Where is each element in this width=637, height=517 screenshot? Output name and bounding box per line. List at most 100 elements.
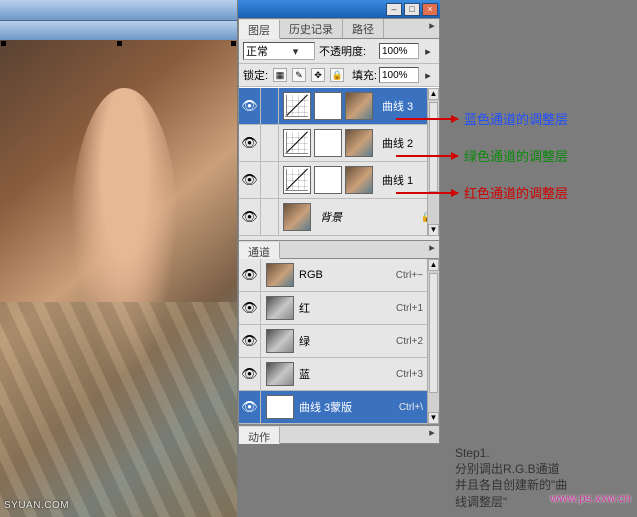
clip-thumb[interactable]	[345, 129, 373, 157]
chevron-down-icon[interactable]: ▾	[279, 45, 312, 58]
document-area: SYUAN.COM	[0, 0, 237, 517]
channel-thumb	[266, 362, 294, 386]
scroll-up-icon[interactable]: ▲	[428, 88, 439, 100]
channel-row-blue[interactable]: 👁 蓝 Ctrl+3	[239, 358, 439, 391]
visibility-eye-icon[interactable]: 👁	[239, 358, 261, 390]
opacity-input[interactable]: 100%	[379, 43, 419, 59]
layers-tab-bar: 图层 历史记录 路径 ▸	[239, 19, 439, 39]
visibility-eye-icon[interactable]: 👁	[239, 325, 261, 357]
step-line3: 线调整层"	[455, 494, 567, 510]
transform-handle-tr[interactable]	[231, 41, 236, 46]
channel-row-rgb[interactable]: 👁 RGB Ctrl+~	[239, 259, 439, 292]
step-line2: 并且各自创建新的"曲	[455, 477, 567, 493]
document-titlebar-2[interactable]	[0, 20, 237, 40]
tab-history[interactable]: 历史记录	[280, 19, 343, 38]
scroll-up-icon[interactable]: ▲	[428, 259, 439, 271]
photo	[0, 40, 237, 517]
link-cell[interactable]	[261, 162, 279, 198]
tab-channels[interactable]: 通道	[239, 242, 280, 259]
actions-tab-bar: 动作 ▸	[239, 425, 439, 443]
channel-scrollbar[interactable]: ▲ ▼	[427, 259, 439, 424]
curves-adjustment-thumb[interactable]	[283, 92, 311, 120]
link-cell[interactable]	[261, 88, 279, 124]
fill-flyout-icon[interactable]: ▸	[421, 69, 435, 82]
panel-menu-icon[interactable]: ▸	[425, 241, 439, 258]
link-cell[interactable]	[261, 125, 279, 161]
fill-input[interactable]: 100%	[379, 67, 419, 83]
transform-handle-tc[interactable]	[117, 41, 122, 46]
annotation-blue: 蓝色通道的调整层	[464, 109, 568, 128]
channels-panel: 通道 ▸ 👁 RGB Ctrl+~ 👁 红 Ctrl+1 👁 绿 Ctrl+2	[238, 241, 440, 425]
layer-name[interactable]: 曲线 3	[377, 98, 413, 114]
layer-mask-thumb[interactable]	[314, 166, 342, 194]
layer-list: 👁 曲线 3 👁 曲线 2 👁	[239, 87, 439, 236]
channel-name: 蓝	[299, 366, 396, 382]
lock-pixels-icon[interactable]: ✎	[292, 68, 306, 82]
layer-mask-thumb[interactable]	[314, 129, 342, 157]
clip-thumb[interactable]	[345, 166, 373, 194]
visibility-eye-icon[interactable]: 👁	[239, 391, 261, 423]
close-button[interactable]: ×	[422, 3, 438, 16]
visibility-eye-icon[interactable]: 👁	[239, 125, 261, 161]
arrow-line	[396, 155, 458, 157]
layer-mask-thumb[interactable]	[314, 92, 342, 120]
minimize-button[interactable]: –	[386, 3, 402, 16]
clip-thumb[interactable]	[345, 92, 373, 120]
visibility-eye-icon[interactable]: 👁	[239, 259, 261, 291]
layer-thumb[interactable]	[283, 203, 311, 231]
lock-transparency-icon[interactable]: ▦	[273, 68, 287, 82]
scroll-down-icon[interactable]: ▼	[428, 224, 439, 236]
transform-handle-tl[interactable]	[1, 41, 6, 46]
tab-layers[interactable]: 图层	[239, 20, 280, 39]
channel-thumb	[266, 263, 294, 287]
visibility-eye-icon[interactable]: 👁	[239, 162, 261, 198]
image-watermark: SYUAN.COM	[4, 500, 69, 511]
channel-list: 👁 RGB Ctrl+~ 👁 红 Ctrl+1 👁 绿 Ctrl+2 👁 蓝	[239, 259, 439, 424]
channel-name: 曲线 3蒙版	[299, 399, 399, 415]
panel-window-titlebar[interactable]: – □ ×	[238, 0, 440, 18]
channel-row-curves3-mask[interactable]: 👁 曲线 3蒙版 Ctrl+\	[239, 391, 439, 424]
channel-row-red[interactable]: 👁 红 Ctrl+1	[239, 292, 439, 325]
visibility-eye-icon[interactable]: 👁	[239, 88, 261, 124]
annotation-red: 红色通道的调整层	[464, 183, 568, 202]
layer-name[interactable]: 曲线 2	[377, 135, 413, 151]
panel-menu-icon[interactable]: ▸	[425, 19, 439, 38]
arrow-line	[396, 192, 458, 194]
arrow-line	[396, 118, 458, 120]
scroll-thumb[interactable]	[429, 102, 438, 192]
maximize-button[interactable]: □	[404, 3, 420, 16]
annotation-green: 绿色通道的调整层	[464, 146, 568, 165]
fill-label: 填充:	[352, 67, 377, 83]
step-title: Step1.	[455, 445, 567, 461]
panel-menu-icon[interactable]: ▸	[425, 426, 439, 443]
opacity-flyout-icon[interactable]: ▸	[421, 45, 435, 58]
channel-row-green[interactable]: 👁 绿 Ctrl+2	[239, 325, 439, 358]
curves-adjustment-thumb[interactable]	[283, 166, 311, 194]
step-line1: 分别调出R.G.B通道	[455, 461, 567, 477]
actions-panel-stub: 动作 ▸	[238, 425, 440, 444]
image-canvas[interactable]: SYUAN.COM	[0, 40, 237, 517]
channels-tab-bar: 通道 ▸	[239, 241, 439, 259]
blend-opacity-row: 正常 ▾ 不透明度: 100% ▸	[239, 39, 439, 64]
tab-paths[interactable]: 路径	[343, 19, 384, 38]
blend-mode-select[interactable]: 正常 ▾	[243, 42, 315, 60]
channel-name: RGB	[299, 269, 396, 281]
lock-all-icon[interactable]: 🔒	[330, 68, 344, 82]
link-cell[interactable]	[261, 199, 279, 235]
channel-thumb	[266, 296, 294, 320]
layer-row-background[interactable]: 👁 背景 🔒	[239, 199, 439, 236]
curves-adjustment-thumb[interactable]	[283, 129, 311, 157]
scroll-down-icon[interactable]: ▼	[428, 412, 439, 424]
visibility-eye-icon[interactable]: 👁	[239, 199, 261, 235]
tab-actions[interactable]: 动作	[239, 427, 280, 444]
panels: – □ × 图层 历史记录 路径 ▸ 正常 ▾ 不透明度: 100% ▸ 锁定:…	[238, 0, 440, 444]
blend-mode-value: 正常	[246, 43, 279, 59]
scroll-thumb[interactable]	[429, 273, 438, 393]
lock-position-icon[interactable]: ✥	[311, 68, 325, 82]
visibility-eye-icon[interactable]: 👁	[239, 292, 261, 324]
layer-name[interactable]: 曲线 1	[377, 172, 413, 188]
layer-name[interactable]: 背景	[315, 209, 342, 225]
lock-fill-row: 锁定: ▦ ✎ ✥ 🔒 填充: 100% ▸	[239, 64, 439, 87]
document-titlebar-1[interactable]	[0, 0, 237, 20]
layer-scrollbar[interactable]: ▲ ▼	[427, 88, 439, 236]
